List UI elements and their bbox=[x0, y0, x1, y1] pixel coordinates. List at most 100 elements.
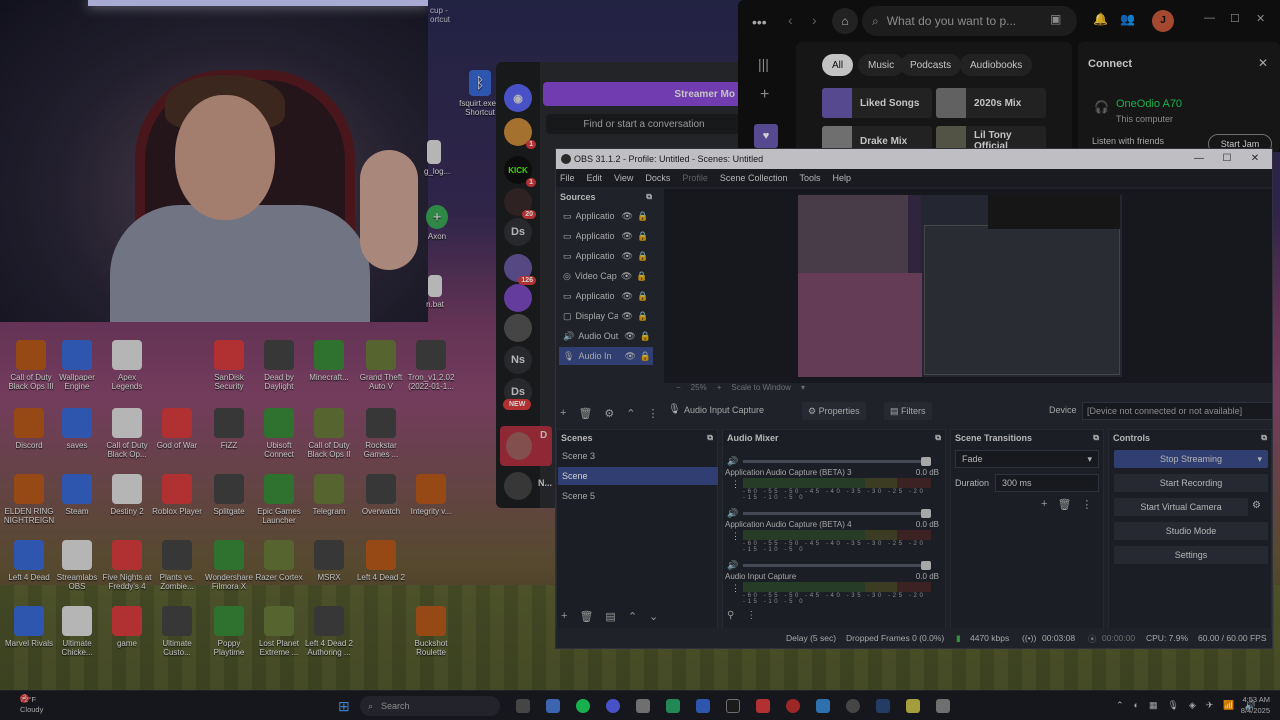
menu-dots-icon[interactable]: ⋮ bbox=[731, 531, 740, 542]
maximize-icon[interactable]: ☐ bbox=[1230, 12, 1240, 25]
desktop-icon[interactable]: God of War bbox=[148, 408, 206, 450]
desktop-icon[interactable]: Roblox Player bbox=[148, 474, 206, 516]
eye-icon[interactable]: 👁 bbox=[624, 351, 635, 362]
app-icon[interactable] bbox=[816, 699, 830, 713]
source-item[interactable]: ◎ Video Cap 👁 🔒 bbox=[559, 267, 653, 285]
app-icon[interactable] bbox=[696, 699, 710, 713]
trash-icon[interactable]: 🗑 bbox=[579, 610, 593, 623]
duration-input[interactable]: 300 ms bbox=[995, 474, 1099, 492]
stop-streaming-button[interactable]: Stop Streaming ▾ bbox=[1114, 450, 1268, 468]
gear-icon[interactable]: ⚙ bbox=[604, 407, 614, 420]
server-icon[interactable] bbox=[504, 284, 532, 312]
minimize-icon[interactable]: — bbox=[1204, 12, 1215, 24]
volume-slider[interactable] bbox=[743, 561, 931, 570]
menu-view[interactable]: View bbox=[614, 173, 633, 183]
lock-icon[interactable]: 🔒 bbox=[640, 331, 651, 342]
forward-arrow-icon[interactable]: › bbox=[812, 12, 817, 28]
menu-dots-icon[interactable]: ⋮ bbox=[1081, 498, 1092, 511]
app-icon[interactable] bbox=[636, 699, 650, 713]
task-view-icon[interactable] bbox=[516, 699, 530, 713]
lock-icon[interactable]: 🔒 bbox=[637, 251, 648, 262]
server-icon[interactable] bbox=[504, 314, 532, 342]
eye-icon[interactable]: 👁 bbox=[622, 211, 633, 222]
dock-undock-icon[interactable]: ⧉ bbox=[707, 433, 713, 443]
lock-icon[interactable]: 🔒 bbox=[640, 351, 651, 362]
windows-start-icon[interactable]: ⊞ bbox=[338, 698, 350, 715]
chevron-down-icon[interactable]: ▾ bbox=[801, 383, 805, 392]
add-icon[interactable]: + bbox=[560, 407, 566, 420]
file-explorer-icon[interactable] bbox=[546, 699, 560, 713]
app-icon[interactable] bbox=[906, 699, 920, 713]
device-select[interactable]: [Device not connected or not available]▾ bbox=[1082, 402, 1272, 420]
link-icon[interactable]: ⚲ bbox=[727, 610, 734, 621]
xbox-icon[interactable] bbox=[666, 699, 680, 713]
server-icon[interactable]: 126 bbox=[504, 254, 536, 285]
scene-item[interactable]: Scene 3 bbox=[558, 447, 718, 465]
desktop-icon[interactable]: Buckshot Roulette bbox=[402, 606, 460, 657]
desktop-icon[interactable]: Left 4 Dead 2 Authoring ... bbox=[300, 606, 358, 657]
menu-dots-icon[interactable]: ⋮ bbox=[731, 583, 740, 594]
desktop-icon[interactable]: MSRX bbox=[300, 540, 358, 582]
scale-mode[interactable]: Scale to Window bbox=[731, 383, 791, 392]
desktop-icon-partial-file[interactable]: g_log... bbox=[424, 140, 450, 176]
home-icon[interactable]: ⌂ bbox=[832, 8, 858, 34]
lock-icon[interactable]: 🔒 bbox=[637, 231, 648, 242]
streamer-mode-banner[interactable]: Streamer Mo bbox=[543, 82, 743, 106]
menu-edit[interactable]: Edit bbox=[587, 173, 603, 183]
dock-undock-icon[interactable]: ⧉ bbox=[1093, 433, 1099, 443]
back-arrow-icon[interactable]: ‹ bbox=[788, 12, 793, 28]
eye-icon[interactable]: 👁 bbox=[622, 251, 633, 262]
desktop-icon-bat[interactable]: n.bat bbox=[424, 275, 446, 309]
user-avatar[interactable]: J bbox=[1152, 10, 1174, 32]
speaker-icon[interactable]: 🔊 bbox=[727, 456, 738, 467]
desktop-icon[interactable]: Apex Legends bbox=[98, 340, 156, 391]
dock-undock-icon[interactable]: ⧉ bbox=[1261, 433, 1267, 443]
transition-select[interactable]: Fade ▾ bbox=[955, 450, 1099, 468]
source-item[interactable]: ▭ Applicatio 👁 🔒 bbox=[559, 207, 653, 225]
eye-icon[interactable]: 👁 bbox=[624, 331, 635, 342]
weather-widget[interactable]: 72°F Cloudy bbox=[20, 695, 43, 715]
server-ds[interactable]: Ds bbox=[504, 218, 532, 246]
chip-podcasts[interactable]: Podcasts bbox=[900, 54, 962, 76]
scene-item[interactable]: Scene 5 bbox=[558, 487, 718, 505]
server-icon[interactable]: 20 bbox=[504, 188, 536, 219]
server-ns[interactable]: Ns bbox=[504, 346, 532, 374]
desktop-icon[interactable]: Integrity v... bbox=[402, 474, 460, 516]
zoom-in-icon[interactable]: + bbox=[717, 383, 722, 392]
studio-mode-button[interactable]: Studio Mode bbox=[1114, 522, 1268, 540]
scene-item-selected[interactable]: Scene bbox=[558, 467, 718, 485]
chip-all[interactable]: All bbox=[822, 54, 854, 76]
properties-button[interactable]: ⚙ Properties bbox=[802, 402, 866, 420]
settings-button[interactable]: Settings bbox=[1114, 546, 1268, 564]
desktop-icon[interactable]: Tron_v1.2.02 (2022-01-1... bbox=[402, 340, 460, 391]
speaker-icon[interactable]: 🔊 bbox=[727, 508, 738, 519]
volume-slider[interactable] bbox=[743, 457, 931, 466]
lock-icon[interactable]: 🔒 bbox=[637, 291, 648, 302]
terminal-icon[interactable] bbox=[726, 699, 740, 713]
preview-area[interactable] bbox=[664, 189, 1272, 383]
dm-item[interactable]: D bbox=[500, 426, 552, 466]
security-icon[interactable] bbox=[756, 699, 770, 713]
menu-profile[interactable]: Profile bbox=[682, 173, 708, 183]
minimize-icon[interactable]: — bbox=[1190, 151, 1208, 167]
find-conversation-input[interactable]: Find or start a conversation bbox=[546, 114, 742, 134]
menu-dots-icon[interactable]: ⋮ bbox=[648, 407, 659, 420]
slider-handle[interactable] bbox=[921, 509, 931, 518]
desktop-icon-axon[interactable]: + Axon bbox=[424, 205, 450, 241]
browse-icon[interactable]: ▣ bbox=[1050, 12, 1061, 26]
desktop-icon[interactable]: Telegram bbox=[300, 474, 358, 516]
source-item[interactable]: 🎙 Audio In 👁 🔒 bbox=[559, 347, 653, 365]
clock[interactable]: 4:53 AM 8/4/2025 bbox=[1241, 694, 1270, 716]
desktop-icon[interactable]: Rockstar Games ... bbox=[352, 408, 410, 459]
slider-handle[interactable] bbox=[921, 457, 931, 466]
source-item[interactable]: ▭ Applicatio 👁 🔒 bbox=[559, 227, 653, 245]
desktop-icon[interactable]: Left 4 Dead 2 bbox=[352, 540, 410, 582]
server-kick[interactable]: KICK 1 bbox=[504, 156, 536, 187]
menu-file[interactable]: File bbox=[560, 173, 575, 183]
chevron-up-icon[interactable]: ⌃ bbox=[628, 610, 637, 623]
eye-icon[interactable]: 👁 bbox=[621, 271, 632, 282]
discord-icon[interactable] bbox=[606, 699, 620, 713]
menu-tools[interactable]: Tools bbox=[799, 173, 820, 183]
taskbar-search[interactable]: ⌕ Search bbox=[360, 696, 500, 716]
lock-icon[interactable]: 🔒 bbox=[636, 271, 647, 282]
